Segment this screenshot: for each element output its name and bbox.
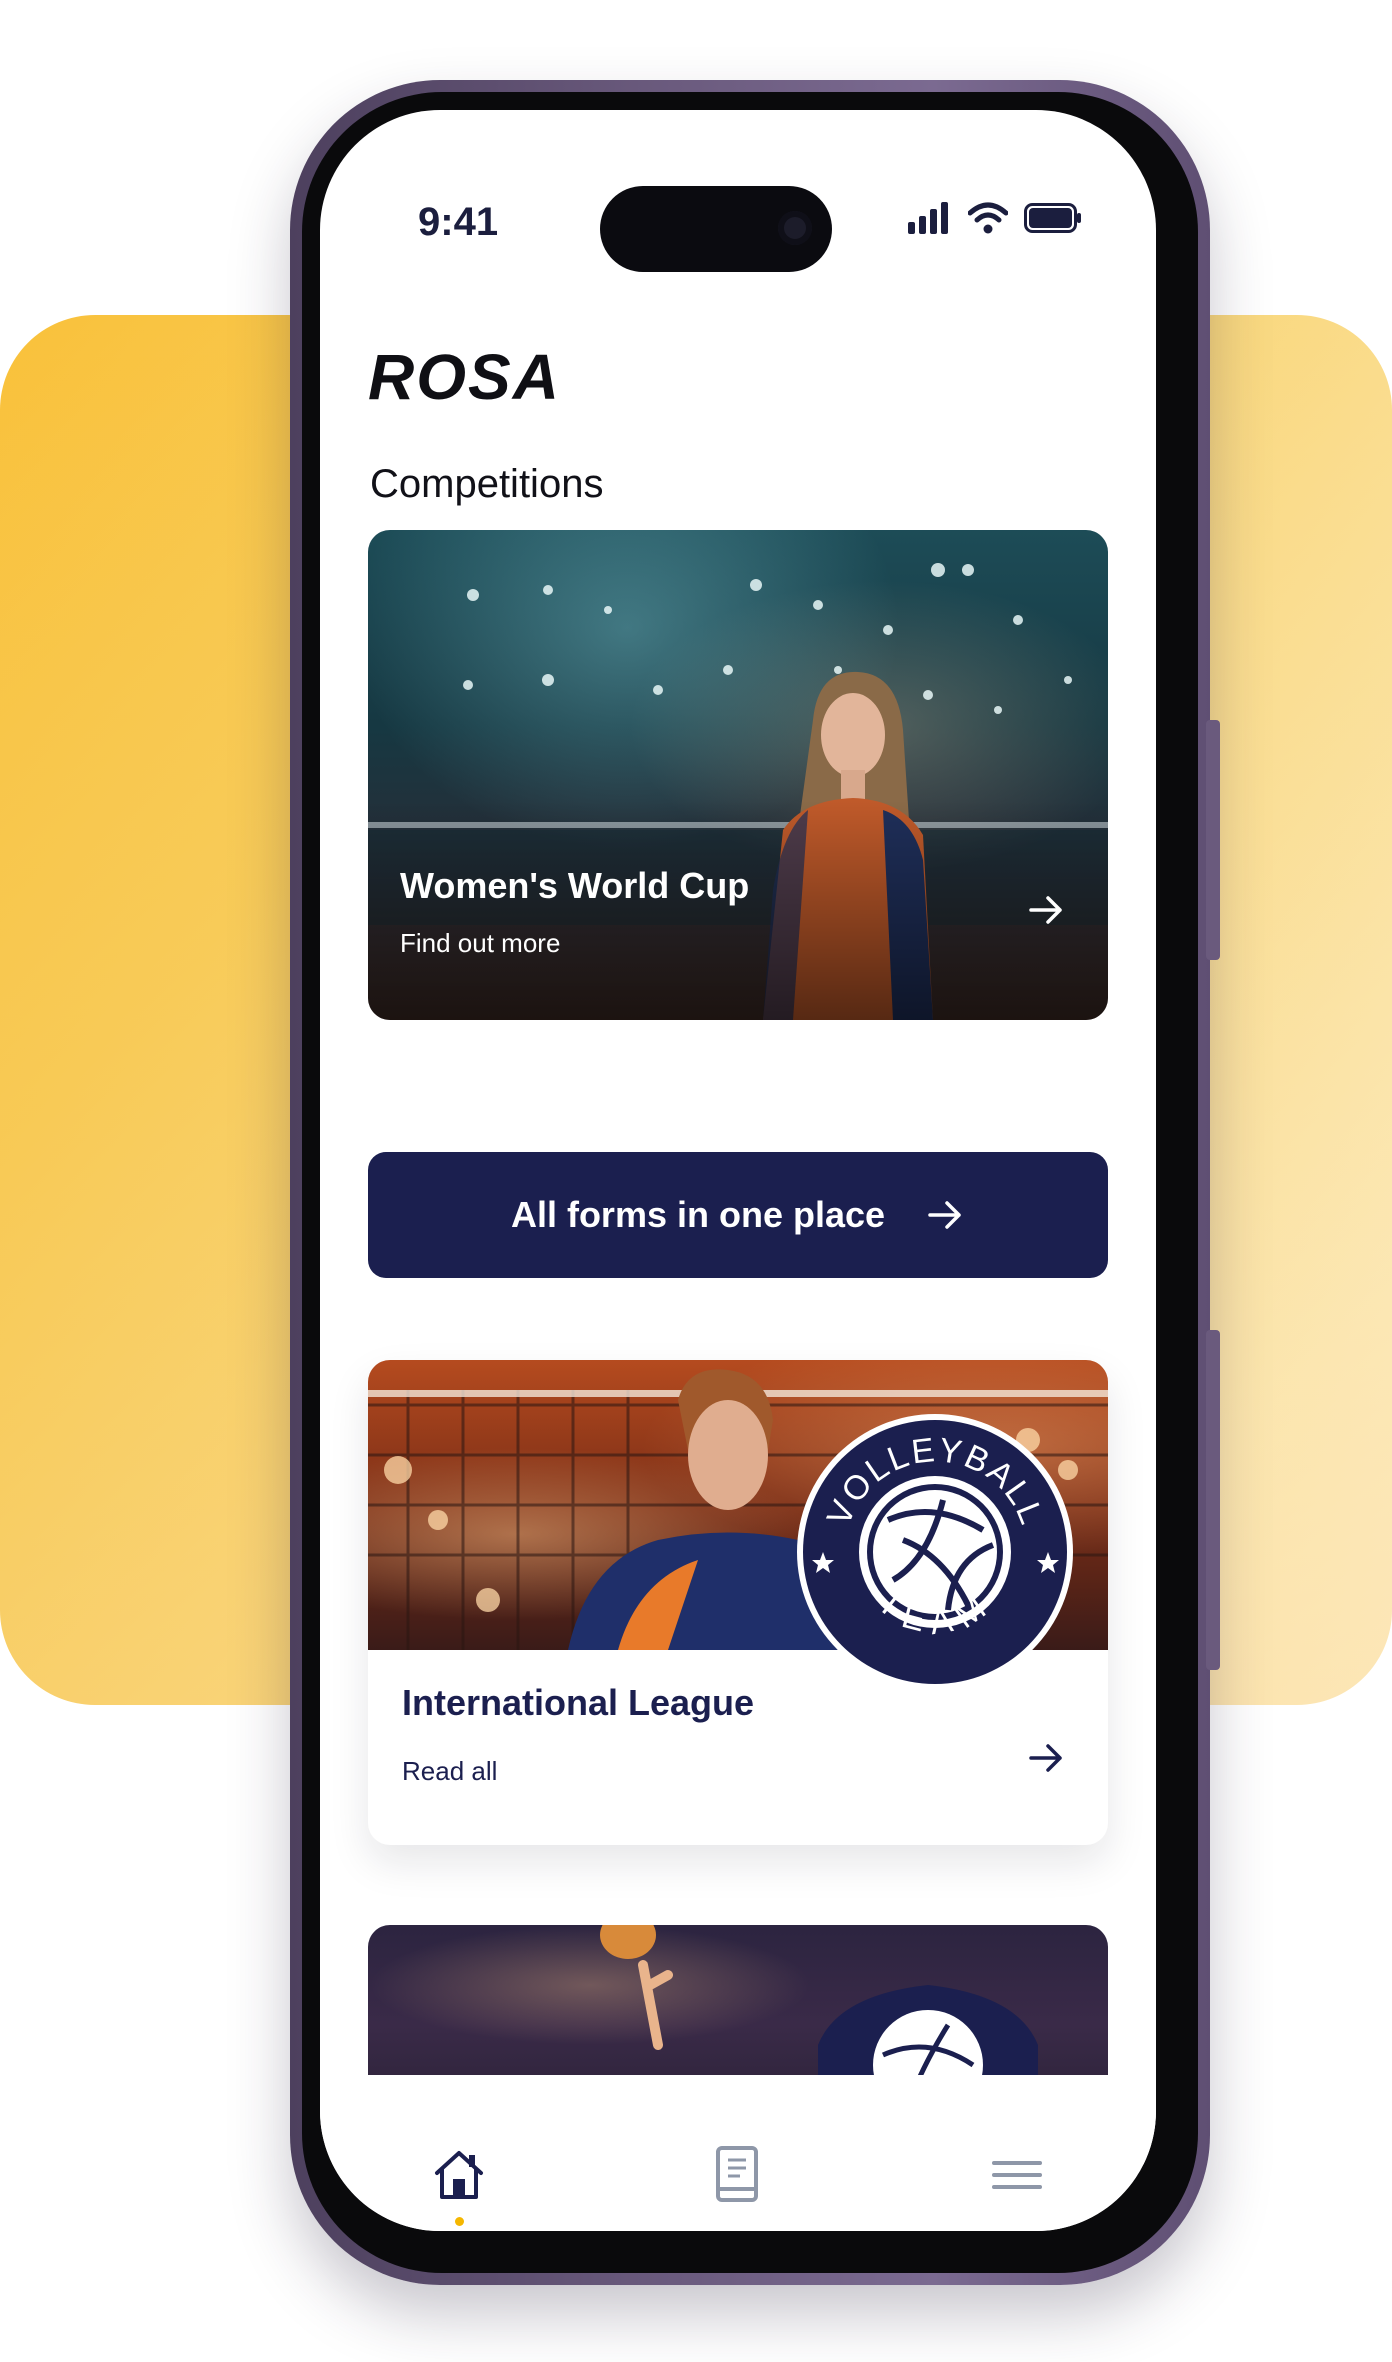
arrow-right-icon [928,1201,961,1229]
camera-icon [778,211,812,245]
book-icon [715,2146,758,2202]
phone-frame: 9:41 ROSA Competitions Women's World Cup… [290,80,1220,2285]
all-forms-button[interactable]: All forms in one place [368,1152,1108,1278]
tab-menu[interactable] [977,2135,1057,2215]
side-button-lower [1206,1330,1220,1670]
arrow-right-icon[interactable] [1026,890,1066,930]
dynamic-island [600,186,832,272]
hero-gradient-overlay [368,800,1108,1020]
card-title: International League [402,1682,755,1723]
home-icon [435,2151,484,2199]
competition-card-international-league[interactable]: VOLLEYBALL TEAM International League Rea… [368,1360,1108,1845]
arrow-right-icon[interactable] [1026,1738,1066,1778]
app-logo: ROSA [368,341,561,413]
phone-screen: 9:41 ROSA Competitions Women's World Cup… [320,110,1156,2231]
tab-home[interactable] [419,2135,499,2226]
wifi-icon [968,202,1008,234]
battery-icon [1024,203,1081,233]
card-link-text[interactable]: Find out more [400,928,560,959]
volleyball-team-badge: VOLLEYBALL TEAM [797,1414,1073,1690]
card-link-text[interactable]: Read all [402,1756,497,1787]
competition-card-world-cup[interactable]: Women's World Cup Find out more [368,530,1108,1020]
status-time: 9:41 [418,200,499,244]
stage: 9:41 ROSA Competitions Women's World Cup… [0,0,1392,2362]
section-title: Competitions [370,462,604,506]
side-button-upper [1206,720,1220,960]
tab-book[interactable] [698,2135,778,2215]
cellular-signal-icon [908,202,948,234]
active-tab-indicator [455,2217,465,2226]
card-title: Women's World Cup [400,865,750,906]
bottom-tab-bar [320,2075,1156,2231]
all-forms-button-label: All forms in one place [510,1194,886,1235]
hamburger-menu-icon [991,2161,1042,2189]
status-icons [908,202,1082,234]
